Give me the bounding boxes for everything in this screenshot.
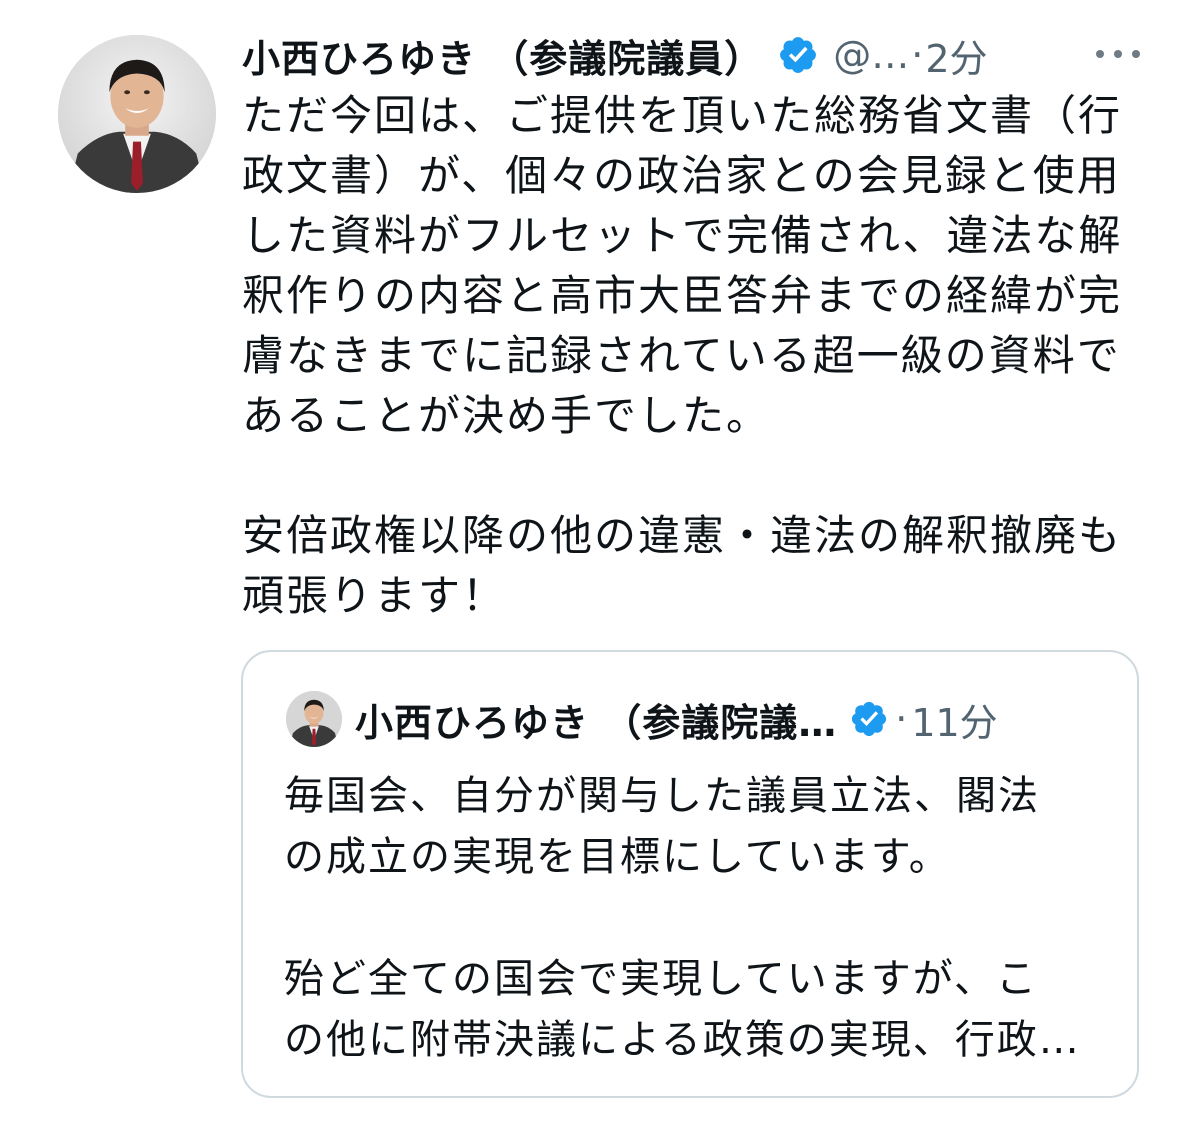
quoted-tweet-text: 毎国会、自分が関与した議員立法、閣法 の成立の実現を目標にしています。 殆ど全て… [284, 766, 1114, 1071]
tweet[interactable]: 小西ひろゆき （参議院議員） @… · 2分 ただ今回は、ご提供を頂いた総務省文… [0, 0, 1200, 1123]
tweet-text-line: 頑張ります！ [242, 571, 507, 620]
tweet-time[interactable]: 2分 [925, 28, 987, 83]
separator-dot: · [895, 697, 908, 741]
tweet-text-line: ただ今回は、ご提供を頂いた総務省文書（行 [242, 91, 1123, 140]
tweet-text-line: した資料がフルセットで完備され、違法な解 [242, 211, 1123, 260]
quoted-tweet-header: 小西ひろゆき （参議院議… · 11分 [355, 690, 998, 748]
more-options-icon[interactable] [1096, 44, 1140, 64]
tweet-text-line: 安倍政権以降の他の違憲・違法の解釈撤廃も [242, 511, 1123, 560]
verified-badge-icon [852, 701, 887, 737]
quoted-tweet-time: 11分 [911, 700, 998, 745]
quoted-author-avatar [286, 691, 342, 747]
author-handle[interactable]: @… [833, 33, 909, 77]
tweet-text: ただ今回は、ご提供を頂いた総務省文書（行 政文書）が、個々の政治家との会見録と使… [242, 86, 1122, 626]
tweet-text-line [242, 446, 1122, 506]
tweet-header: 小西ひろゆき （参議院議員） @… · 2分 [242, 26, 988, 84]
quoted-text-line [284, 888, 1114, 949]
tweet-text-line: 政文書）が、個々の政治家との会見録と使用 [242, 151, 1121, 200]
quoted-text-line: の成立の実現を目標にしています。 [284, 834, 951, 880]
author-name[interactable]: 小西ひろゆき （参議院議員） [242, 28, 763, 83]
quoted-text-line: 殆ど全ての国会で実現していますが、こ [284, 956, 1038, 1002]
tweet-text-line: あることが決め手でした。 [242, 391, 771, 440]
quoted-text-line: 毎国会、自分が関与した議員立法、閣法 [284, 773, 1040, 819]
author-avatar[interactable] [58, 35, 216, 193]
quoted-author-name: 小西ひろゆき （参議院議… [355, 700, 838, 745]
quoted-tweet-card[interactable]: 小西ひろゆき （参議院議… · 11分 毎国会、自分が関与した議員立法、閣法 の… [241, 650, 1139, 1098]
quoted-text-line: の他に附帯決議による政策の実現、行政… [284, 1017, 1081, 1063]
verified-badge-icon [780, 37, 817, 73]
tweet-text-line: 膚なきまでに記録されている超一級の資料で [242, 331, 1121, 380]
separator-dot: · [911, 33, 924, 77]
tweet-text-line: 釈作りの内容と高市大臣答弁までの経緯が完 [242, 271, 1123, 320]
